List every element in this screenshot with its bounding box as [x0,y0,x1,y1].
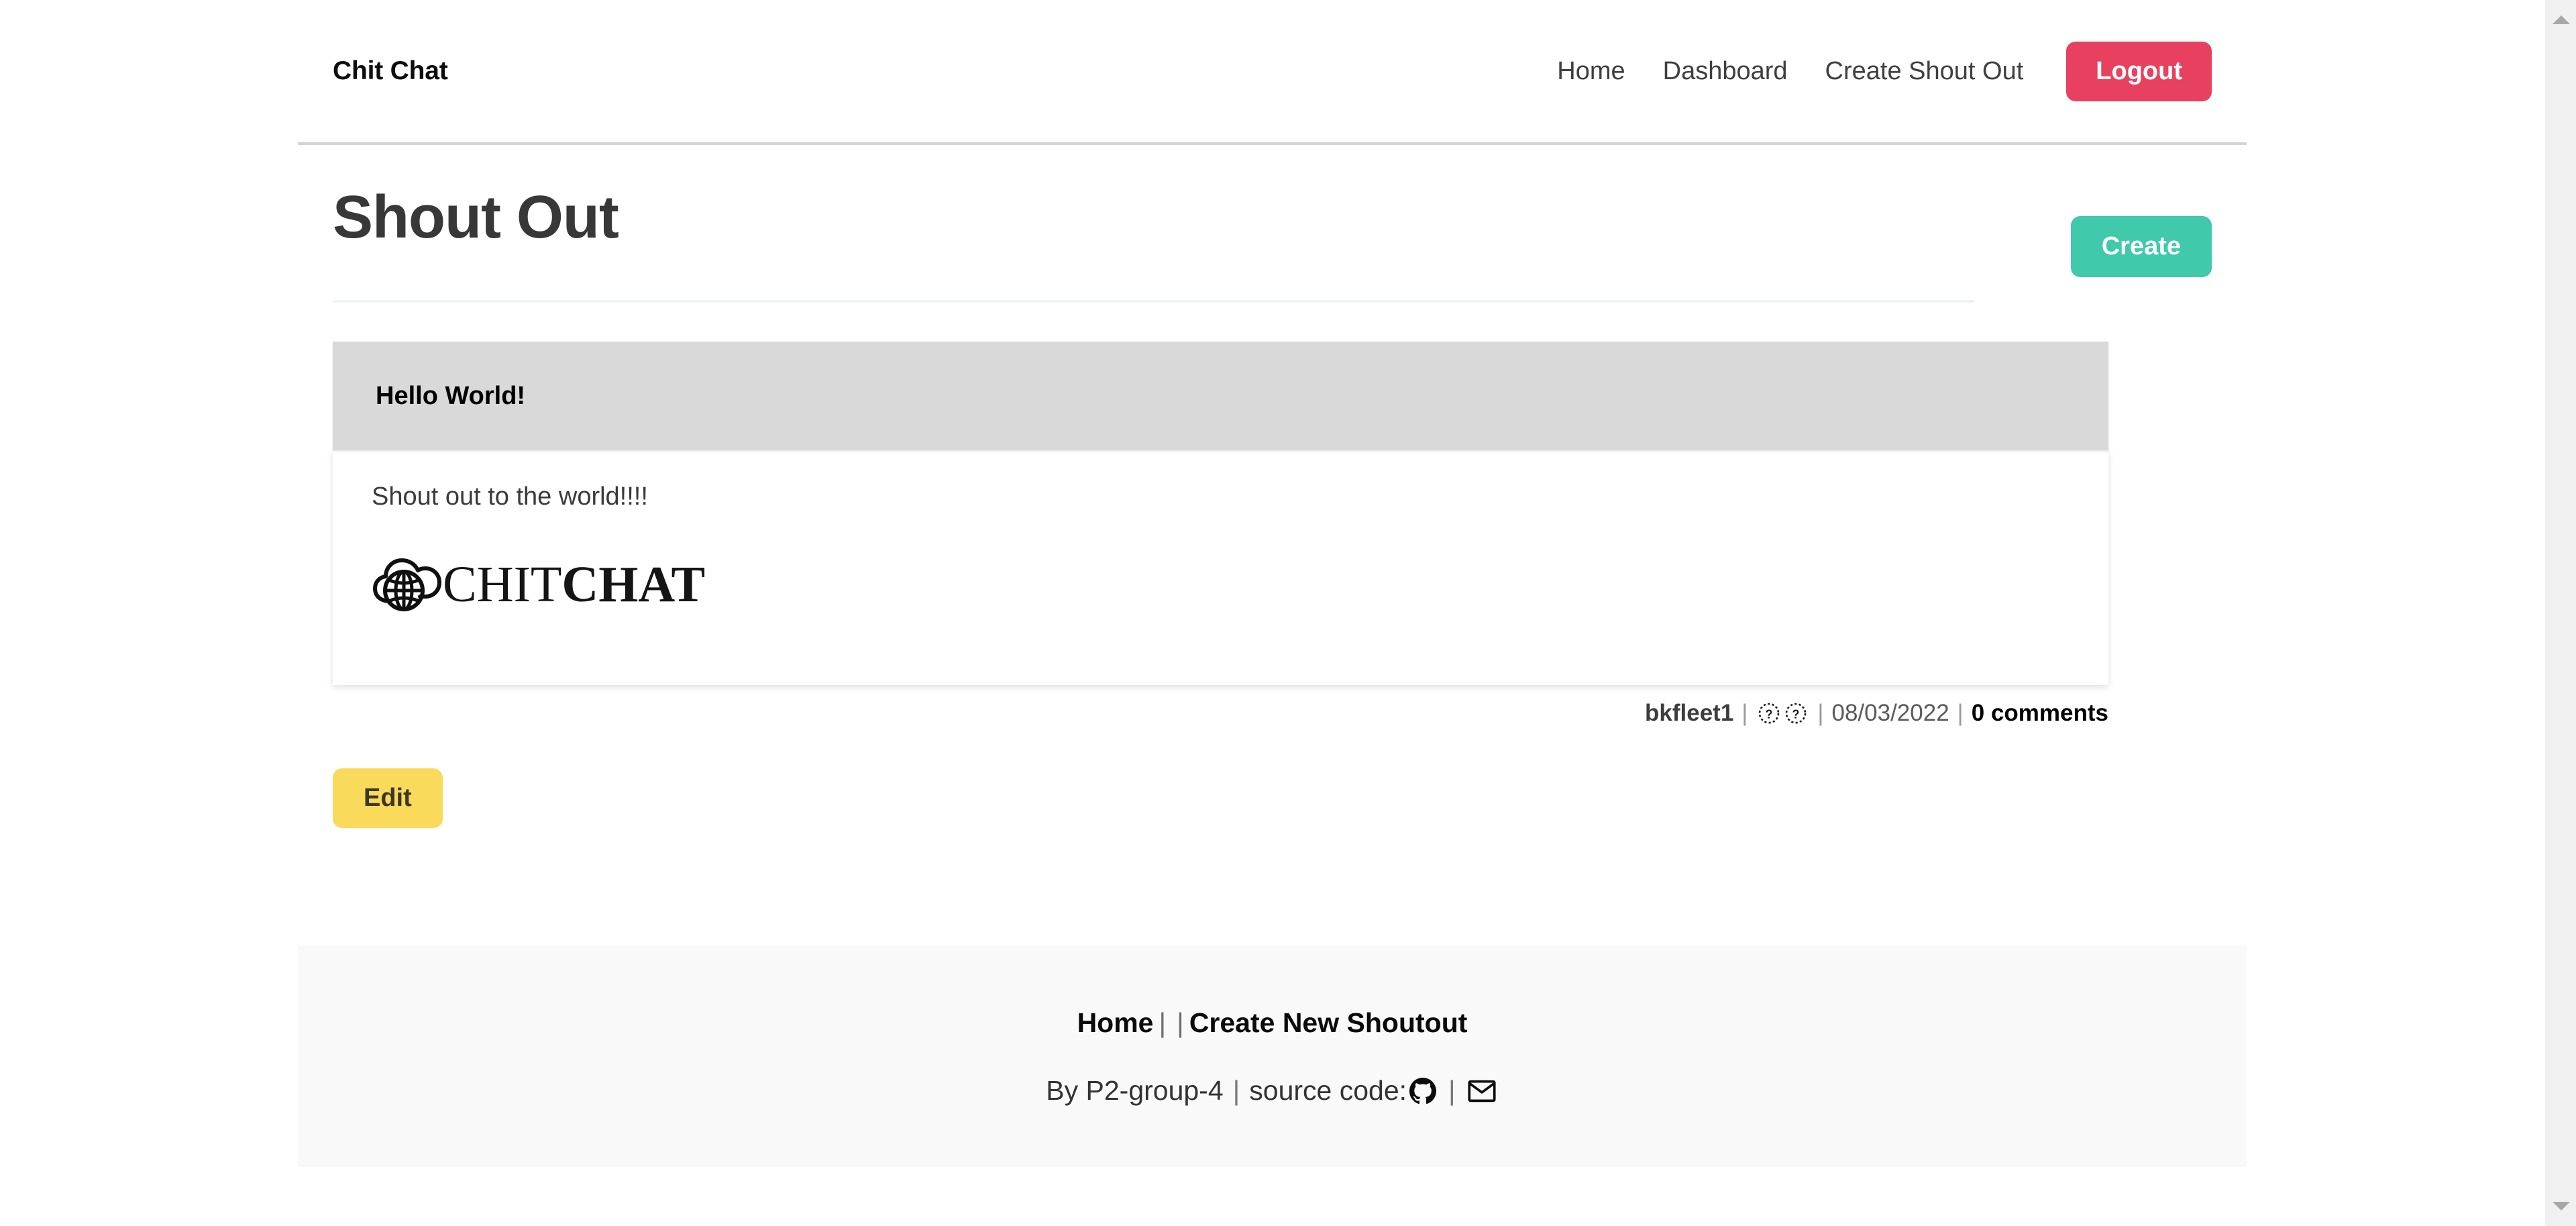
title-divider [333,300,1974,303]
vertical-scrollbar[interactable] [2544,0,2576,1226]
github-icon[interactable] [1409,1077,1437,1105]
missing-glyph-icon-2: ? [1784,702,1807,725]
top-navbar: Chit Chat Home Dashboard Create Shout Ou… [298,0,2247,145]
shoutout-meta: bkfleet1 | ? ? | 08/03/2022 | 0 comments [333,700,2108,727]
page-title: Shout Out [333,184,619,251]
browser-viewport: Chit Chat Home Dashboard Create Shout Ou… [0,0,2544,1226]
footer-nav-links: Home | | Create New Shoutout [298,1007,2247,1039]
shoutout-card: Hello World! Shout out to the world!!!! [333,342,2212,828]
footer-credit-separator-1: | [1232,1075,1240,1106]
footer-credit-separator-2: | [1448,1075,1456,1106]
footer-separator-2: | [1177,1007,1184,1038]
meta-separator-1: | [1741,700,1748,726]
nav-link-dashboard[interactable]: Dashboard [1644,57,1807,86]
footer-credit-text: By P2-group-4 [1046,1075,1224,1106]
meta-separator-2: | [1817,700,1824,726]
footer-link-home[interactable]: Home [1077,1007,1154,1038]
page-footer: Home | | Create New Shoutout By P2-group-4 … [298,946,2247,1167]
shoutout-image: CHITCHAT [372,547,2065,622]
svg-text:?: ? [1766,708,1773,721]
page-container: Chit Chat Home Dashboard Create Shout Ou… [298,0,2247,828]
shoutout-comment-count[interactable]: 0 comments [1972,700,2108,727]
navbar-links-group: Home Dashboard Create Shout Out Logout [1538,41,2212,101]
svg-text:?: ? [1792,708,1800,721]
shoutout-body-text: Shout out to the world!!!! [372,482,648,511]
logo-word-chat: CHAT [561,556,706,613]
create-button[interactable]: Create [2070,216,2212,277]
footer-separator-1: | [1159,1007,1167,1038]
edit-button[interactable]: Edit [333,768,443,828]
footer-link-create-new-shoutout[interactable]: Create New Shoutout [1189,1007,1468,1038]
missing-glyph-icon-1: ? [1758,702,1780,725]
shoutout-title: Hello World! [376,381,526,410]
main-content: Shout Out Create Hello World! Shout out … [298,145,2247,828]
scroll-down-arrow-icon[interactable] [2545,1190,2576,1222]
brand-logo[interactable]: Chit Chat [333,56,448,86]
cloud-globe-icon [372,549,443,619]
shoutout-card-body: Shout out to the world!!!! CHITCHAT [333,450,2108,685]
scroll-up-arrow-icon[interactable] [2545,4,2576,36]
logout-button[interactable]: Logout [2066,41,2212,101]
shoutout-card-header: Hello World! [333,342,2108,450]
footer-source-label: source code: [1249,1075,1407,1106]
logo-wordmark: CHITCHAT [443,559,705,610]
shoutout-date: 08/03/2022 [1831,700,1949,726]
edit-button-row: Edit [333,768,2212,828]
footer-credit-line: By P2-group-4 | source code: | [298,1075,2247,1107]
meta-separator-3: | [1957,700,1964,726]
nav-link-create-shout-out[interactable]: Create Shout Out [1807,57,2043,86]
shoutout-author[interactable]: bkfleet1 [1645,700,1733,727]
nav-link-home[interactable]: Home [1538,57,1644,86]
page-title-row: Shout Out Create [333,145,2212,277]
logo-word-chit: CHIT [443,556,562,613]
envelope-icon[interactable] [1468,1080,1496,1103]
